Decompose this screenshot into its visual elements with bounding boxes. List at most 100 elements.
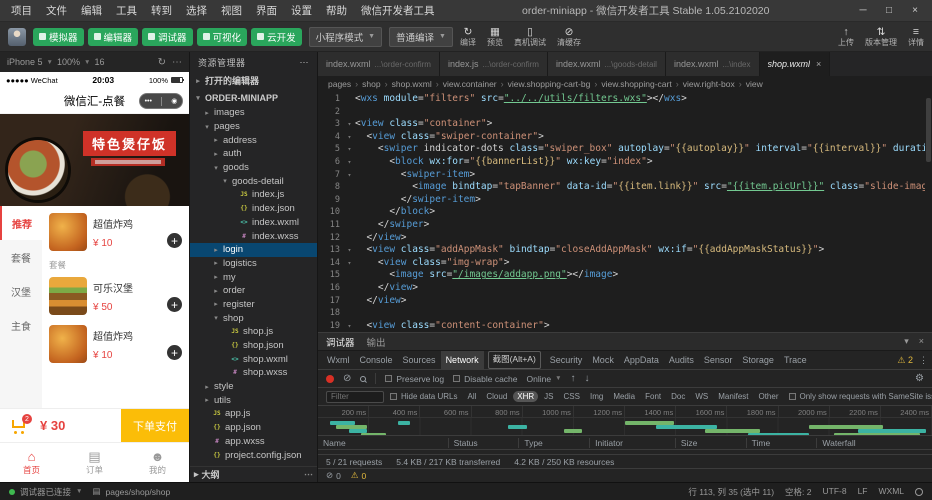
promo-banner[interactable]: 特色煲仔饭 (0, 114, 189, 206)
avatar[interactable] (8, 28, 26, 46)
more-icon[interactable]: ⋯ (304, 469, 313, 480)
mode-select[interactable]: 小程序模式 ▼ (309, 27, 382, 47)
tree-folder-address[interactable]: ▸address (190, 133, 317, 147)
toolbar-action-version[interactable]: ⇅版本管理 (865, 26, 897, 47)
tree-file-index.json[interactable]: {}index.json (190, 202, 317, 216)
tree-folder-goods-detail[interactable]: ▾goods-detail (190, 174, 317, 188)
network-filter-input[interactable] (326, 391, 384, 403)
clear-icon[interactable]: ⊘ (343, 373, 351, 384)
waterfall-bar[interactable] (834, 433, 920, 436)
filter-chip-Cloud[interactable]: Cloud (482, 391, 511, 402)
tree-file-project.config.json[interactable]: {}project.config.json (190, 448, 317, 462)
devtool-tab-Security[interactable]: Security (545, 351, 588, 369)
checkout-button[interactable]: 下单支付 (121, 409, 189, 442)
zoom-select[interactable]: 100% (57, 57, 80, 67)
hide-data-urls-checkbox[interactable]: Hide data URLs (390, 392, 457, 401)
export-har-icon[interactable]: ↓ (585, 373, 590, 384)
error-count[interactable]: ⊘ 0 (326, 470, 341, 481)
menubar-item[interactable]: 转到 (144, 3, 179, 18)
breadcrumb-item[interactable]: pages (328, 79, 351, 89)
tree-folder-pages[interactable]: ▾pages (190, 120, 317, 134)
editor-tab-0[interactable]: index.wxml...\order-confirm (318, 52, 440, 76)
waterfall-bar[interactable] (564, 429, 582, 433)
fold-icon[interactable]: ▾ (344, 143, 355, 156)
maximize-icon[interactable]: □ (876, 5, 902, 16)
fold-icon[interactable]: ▾ (344, 131, 355, 144)
column-header-Type[interactable]: Type (518, 438, 589, 448)
network-waterfall-overview[interactable]: 200 ms400 ms600 ms800 ms1000 ms1200 ms14… (318, 406, 932, 436)
waterfall-bar[interactable] (748, 433, 809, 436)
exit-icon[interactable]: ◉ (171, 97, 177, 105)
filter-chip-All[interactable]: All (463, 391, 480, 402)
phone-tab[interactable]: ☻我的 (126, 443, 189, 482)
preserve-log-checkbox[interactable]: Preserve log (385, 374, 444, 384)
debugger-connection-status[interactable]: 调试器已连接 ▼ (9, 486, 82, 498)
toolbar-action-device[interactable]: ▯真机调试 (514, 26, 546, 47)
tree-file-app.json[interactable]: {}app.json (190, 421, 317, 435)
devtool-tab-Network[interactable]: Network (441, 351, 484, 369)
warning-icon[interactable]: ⚠ 2 (897, 355, 913, 366)
devtool-tab-Mock[interactable]: Mock (587, 351, 619, 369)
tree-file-shop.json[interactable]: {}shop.json (190, 339, 317, 353)
devtool-tab-Sources[interactable]: Sources (398, 351, 441, 369)
kebab-menu-icon[interactable]: ⋮ (919, 355, 928, 366)
settings-gear-icon[interactable]: ⚙ (915, 373, 924, 384)
editor-tab-3[interactable]: index.wxml...\index (666, 52, 760, 76)
menubar-item[interactable]: 文件 (39, 3, 74, 18)
collapse-panel-icon[interactable]: ▾ (904, 336, 909, 347)
menubar-item[interactable]: 视图 (214, 3, 249, 18)
tree-folder-utils[interactable]: ▸utils (190, 393, 317, 407)
editor-tab-4[interactable]: shop.wxml× (760, 52, 831, 76)
tree-folder-auth[interactable]: ▸auth (190, 147, 317, 161)
tree-file-shop.js[interactable]: JSshop.js (190, 325, 317, 339)
outline-section[interactable]: ▸ 大纲 ⋯ (190, 466, 317, 482)
breadcrumb-item[interactable]: shop.wxml (392, 79, 432, 89)
rotate-icon[interactable]: ↻ (158, 57, 166, 68)
more-icon[interactable]: ⋯ (300, 57, 310, 68)
tree-file-index.wxml[interactable]: <>index.wxml (190, 216, 317, 230)
tree-folder-logistics[interactable]: ▸logistics (190, 257, 317, 271)
cart-icon[interactable]: 2 (10, 417, 32, 434)
fold-icon[interactable]: ▾ (344, 118, 355, 131)
panel-toggle-chip[interactable]: 可视化 (197, 28, 248, 46)
panel-toggle-chip[interactable]: 编辑器 (88, 28, 139, 46)
disable-cache-checkbox[interactable]: Disable cache (453, 374, 517, 384)
code-editor[interactable]: 1<wxs module="filters" src="../../utils/… (318, 92, 932, 332)
tree-folder-order[interactable]: ▸order (190, 284, 317, 298)
breadcrumb-item[interactable]: view.container (443, 79, 497, 89)
statusbar-item[interactable]: LF (858, 486, 868, 498)
tree-file-index.js[interactable]: JSindex.js (190, 188, 317, 202)
panel-toggle-chip[interactable]: 调试器 (142, 28, 193, 46)
scrollbar[interactable] (925, 92, 932, 332)
devtool-tab-Wxml[interactable]: Wxml (322, 351, 355, 369)
breadcrumb-item[interactable]: shop (362, 79, 380, 89)
debugger-panel-tab[interactable]: 输出 (367, 335, 386, 349)
menubar-item[interactable]: 帮助 (319, 3, 354, 18)
compile-mode-select[interactable]: 普通编译 ▼ (389, 27, 453, 47)
column-header-Waterfall[interactable]: Waterfall (816, 438, 932, 448)
notifications-icon[interactable] (915, 488, 923, 496)
more-icon[interactable]: ••• (145, 98, 152, 105)
phone-tab[interactable]: ⌂首页 (0, 443, 63, 482)
tree-folder-images[interactable]: ▸images (190, 106, 317, 120)
menubar-item[interactable]: 微信开发者工具 (354, 3, 442, 18)
minimize-icon[interactable]: ─ (850, 5, 876, 16)
import-har-icon[interactable]: ↑ (571, 373, 576, 384)
filter-chip-WS[interactable]: WS (691, 391, 712, 402)
fold-icon[interactable]: ▾ (344, 169, 355, 182)
waterfall-bar[interactable] (398, 421, 410, 425)
open-editors-section[interactable]: ▸ 打开的编辑器 (190, 72, 317, 89)
category-item[interactable]: 推荐 (0, 206, 42, 240)
project-root[interactable]: ▾ ORDER-MINIAPP (190, 89, 317, 106)
tree-file-app.wxss[interactable]: #app.wxss (190, 435, 317, 449)
tree-file-shop.wxml[interactable]: <>shop.wxml (190, 352, 317, 366)
more-icon[interactable]: ⋯ (172, 57, 182, 68)
statusbar-item[interactable]: WXML (879, 486, 905, 498)
fold-icon[interactable]: ▾ (344, 156, 355, 169)
column-header-Time[interactable]: Time (746, 438, 817, 448)
filter-chip-JS[interactable]: JS (540, 391, 557, 402)
phone-tab[interactable]: ▤订单 (63, 443, 126, 482)
column-header-Size[interactable]: Size (675, 438, 746, 448)
menubar-item[interactable]: 编辑 (74, 3, 109, 18)
warning-count[interactable]: ⚠ 0 (351, 470, 366, 481)
